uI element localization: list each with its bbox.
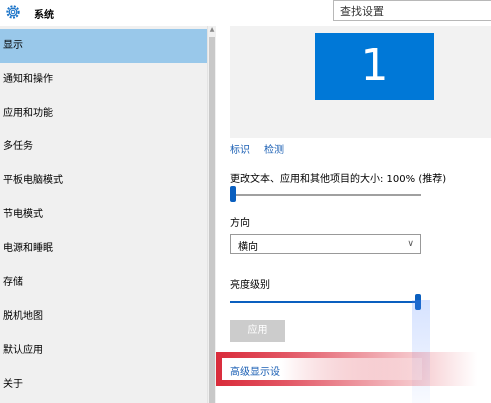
search-input[interactable]: 查找设置 — [333, 0, 491, 21]
chevron-down-icon: ∨ — [407, 239, 414, 249]
scale-slider-thumb[interactable] — [230, 186, 236, 202]
scroll-up-icon[interactable]: ▲ — [208, 26, 216, 34]
scrollbar-thumb[interactable] — [209, 37, 215, 403]
sidebar-item-apps[interactable]: 应用和功能 — [0, 97, 207, 131]
sidebar-item-display[interactable]: 显示 — [0, 29, 207, 63]
sidebar-nav: 显示 通知和操作 应用和功能 多任务 平板电脑模式 节电模式 电源和睡眠 存储 … — [0, 26, 207, 403]
sidebar-item-offline-maps[interactable]: 脱机地图 — [0, 300, 207, 334]
detect-link[interactable]: 检测 — [264, 141, 284, 156]
sidebar-scrollbar[interactable]: ▲ — [207, 26, 216, 403]
scale-slider-track[interactable] — [230, 194, 421, 196]
advanced-display-settings-link[interactable]: 高级显示设 — [230, 363, 280, 378]
brightness-slider-track[interactable] — [230, 301, 418, 303]
scale-label: 更改文本、应用和其他项目的大小: 100% (推荐) — [230, 174, 447, 185]
sidebar-item-default-apps[interactable]: 默认应用 — [0, 334, 207, 368]
sidebar-item-tablet-mode[interactable]: 平板电脑模式 — [0, 164, 207, 198]
sidebar-item-multitasking[interactable]: 多任务 — [0, 130, 207, 164]
sidebar-item-notifications[interactable]: 通知和操作 — [0, 63, 207, 97]
title-bar: 系统 查找设置 — [0, 0, 491, 26]
sidebar-item-power-sleep[interactable]: 电源和睡眠 — [0, 232, 207, 266]
apply-button[interactable]: 应用 — [230, 320, 285, 342]
app-title: 系统 — [34, 10, 54, 21]
orientation-value: 横向 — [238, 242, 258, 253]
brightness-label: 亮度级别 — [230, 280, 270, 291]
gear-icon — [6, 5, 20, 19]
monitor-1-tile[interactable]: 1 — [315, 33, 434, 100]
orientation-label: 方向 — [230, 218, 250, 229]
sidebar-item-battery-saver[interactable]: 节电模式 — [0, 198, 207, 232]
orientation-dropdown[interactable]: 横向 ∨ — [230, 234, 421, 254]
identify-link[interactable]: 标识 — [230, 141, 250, 156]
sidebar-item-storage[interactable]: 存储 — [0, 266, 207, 300]
sidebar-item-about[interactable]: 关于 — [0, 368, 207, 402]
